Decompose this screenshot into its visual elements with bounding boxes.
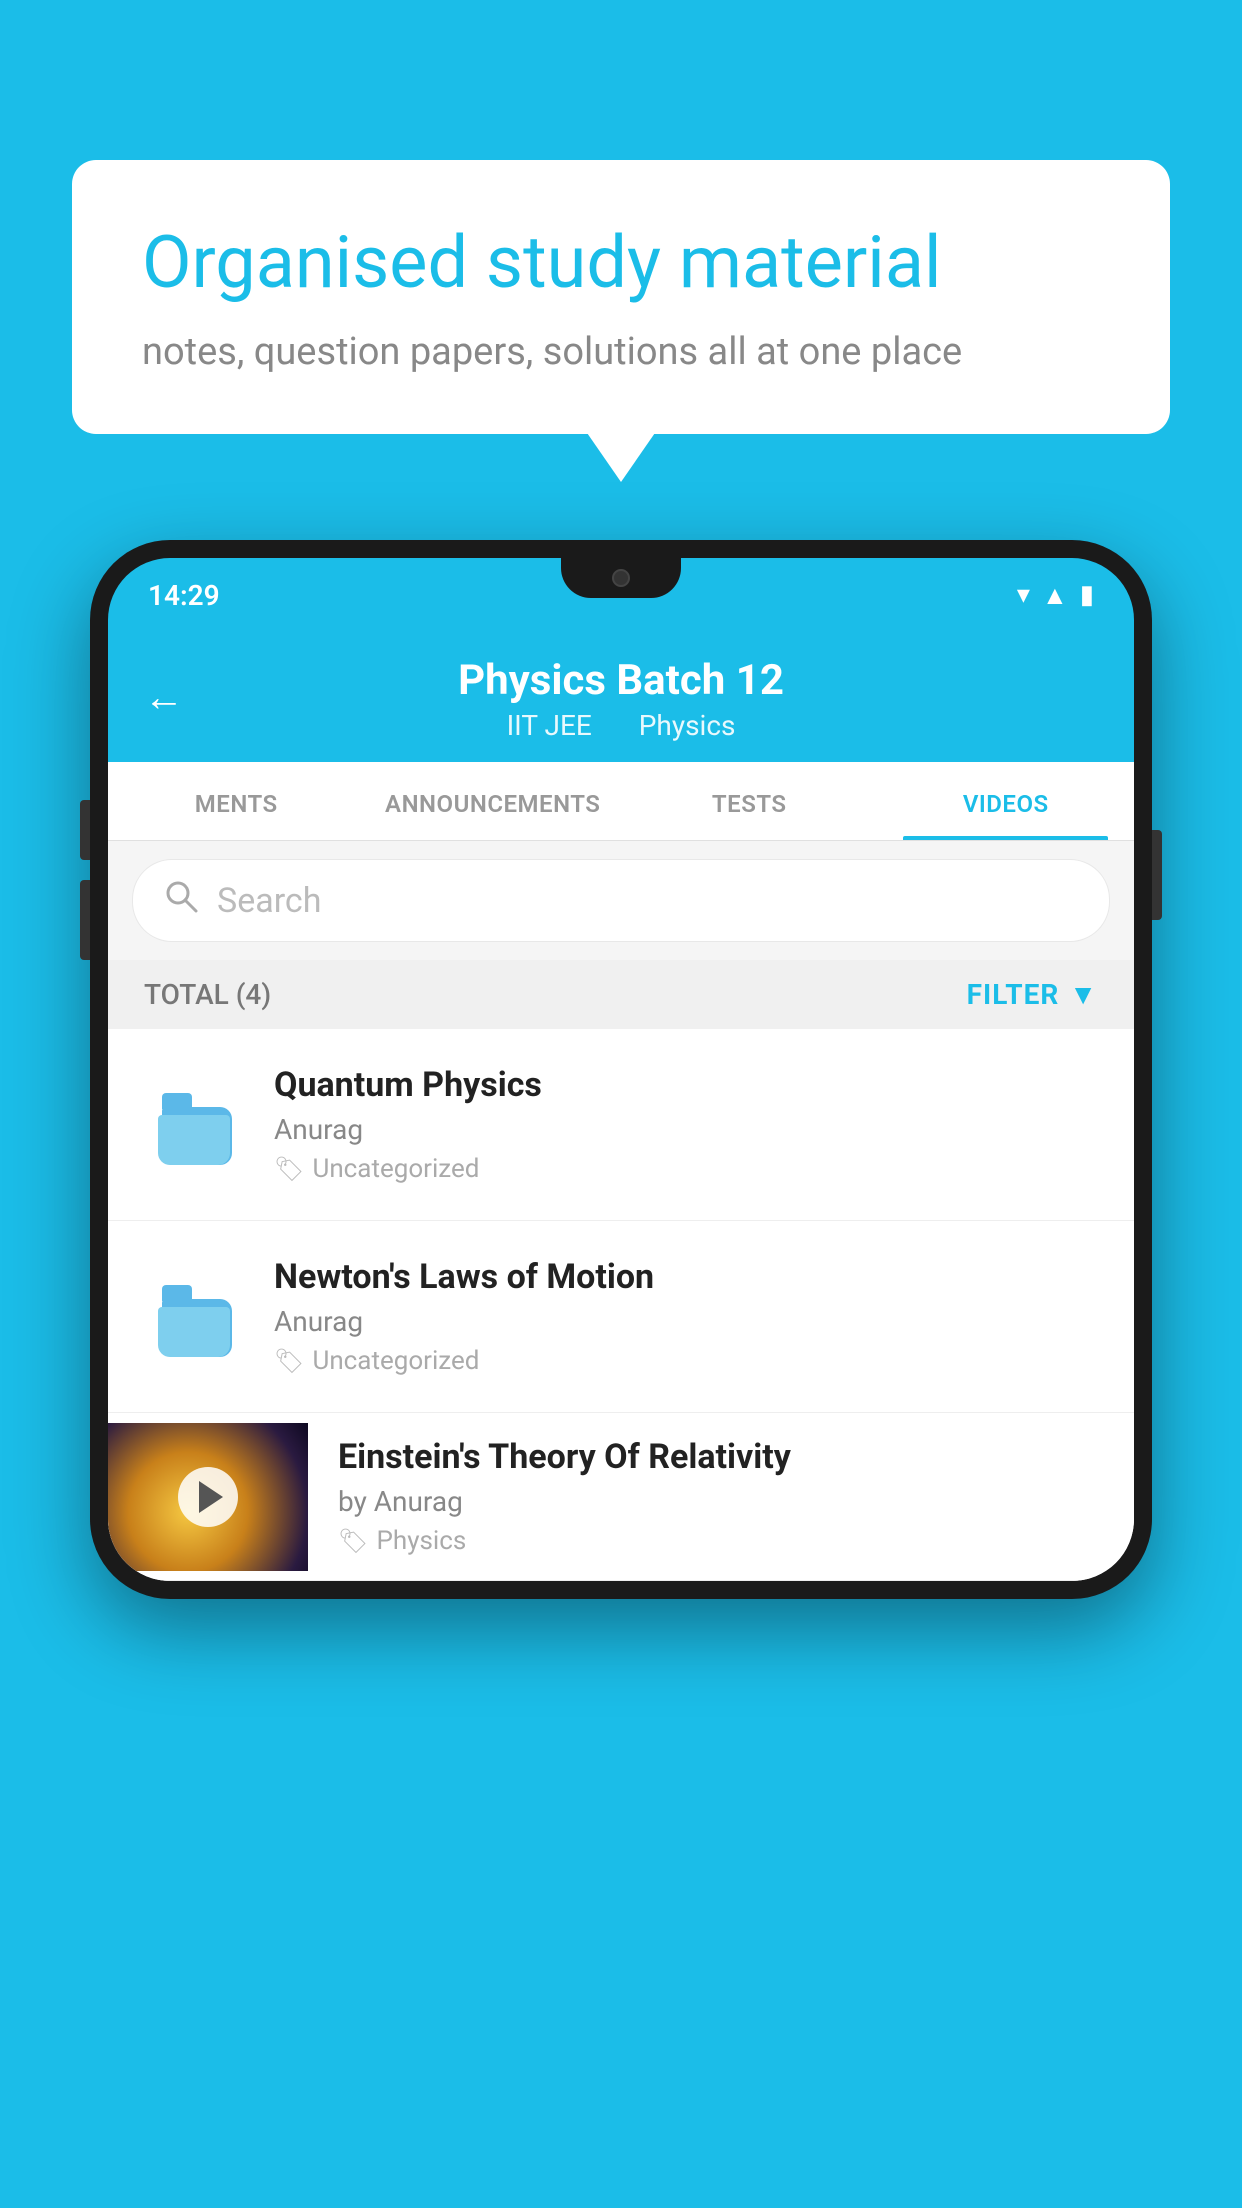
tab-videos[interactable]: VIDEOS — [878, 762, 1135, 840]
tag-icon-1: 🏷 — [274, 1155, 304, 1183]
thumbnail-wrap-3 — [108, 1423, 308, 1571]
tag-label-1: Uncategorized — [312, 1154, 479, 1184]
folder-icon-wrap-1 — [144, 1085, 244, 1165]
video-info-1: Quantum Physics Anurag 🏷 Uncategorized — [274, 1065, 1098, 1184]
folder-icon-2 — [158, 1277, 230, 1357]
filter-button[interactable]: FILTER ▼ — [967, 978, 1098, 1011]
notch — [561, 558, 681, 598]
search-input[interactable]: Search — [217, 881, 321, 921]
filter-label: FILTER — [967, 978, 1060, 1011]
folder-front — [158, 1115, 230, 1165]
speech-bubble: Organised study material notes, question… — [72, 160, 1170, 434]
video-info-2: Newton's Laws of Motion Anurag 🏷 Uncateg… — [274, 1257, 1098, 1376]
play-button-3[interactable] — [178, 1467, 238, 1527]
signal-icon: ▲ — [1042, 580, 1068, 611]
search-icon — [163, 878, 199, 923]
vol-up-button — [80, 800, 90, 860]
video-item-1[interactable]: Quantum Physics Anurag 🏷 Uncategorized — [108, 1029, 1134, 1221]
vol-down-button — [80, 880, 90, 960]
video-title-2: Newton's Laws of Motion — [274, 1257, 1098, 1297]
folder-icon-wrap-2 — [144, 1277, 244, 1357]
tab-ments[interactable]: MENTS — [108, 762, 365, 840]
video-tag-3: 🏷 Physics — [338, 1526, 1104, 1556]
bubble-subtitle: notes, question papers, solutions all at… — [142, 330, 1100, 374]
folder-front-2 — [158, 1307, 230, 1357]
app-header: ← Physics Batch 12 IIT JEE Physics — [108, 632, 1134, 762]
speech-bubble-wrapper: Organised study material notes, question… — [72, 160, 1170, 434]
subtitle-part1: IIT JEE — [507, 709, 592, 742]
tag-label-3: Physics — [376, 1526, 466, 1556]
bubble-title: Organised study material — [142, 220, 1100, 306]
phone-device: 14:29 ▾ ▲ ▮ ← Physics Batch 12 IIT JEE P… — [90, 540, 1152, 1599]
filter-bar: TOTAL (4) FILTER ▼ — [108, 960, 1134, 1029]
total-count: TOTAL (4) — [144, 978, 271, 1011]
power-button — [1152, 830, 1162, 920]
video-item-3[interactable]: Einstein's Theory Of Relativity by Anura… — [108, 1413, 1134, 1581]
folder-icon-1 — [158, 1085, 230, 1165]
tab-bar: MENTS ANNOUNCEMENTS TESTS VIDEOS — [108, 762, 1134, 841]
video-author-3: by Anurag — [338, 1485, 1104, 1518]
tag-label-2: Uncategorized — [312, 1346, 479, 1376]
status-time: 14:29 — [148, 579, 220, 612]
video-info-3: Einstein's Theory Of Relativity by Anura… — [308, 1413, 1134, 1580]
video-author-2: Anurag — [274, 1305, 1098, 1338]
tag-icon-3: 🏷 — [338, 1527, 368, 1555]
filter-icon: ▼ — [1069, 978, 1098, 1011]
search-bar[interactable]: Search — [132, 859, 1110, 942]
video-title-3: Einstein's Theory Of Relativity — [338, 1437, 1104, 1477]
video-tag-2: 🏷 Uncategorized — [274, 1346, 1098, 1376]
subtitle-part2: Physics — [639, 709, 736, 742]
status-icons: ▾ ▲ ▮ — [1017, 580, 1094, 611]
video-tag-1: 🏷 Uncategorized — [274, 1154, 1098, 1184]
search-bar-wrapper: Search — [108, 841, 1134, 960]
back-button[interactable]: ← — [144, 674, 184, 721]
video-title-1: Quantum Physics — [274, 1065, 1098, 1105]
tag-icon-2: 🏷 — [274, 1347, 304, 1375]
phone-wrapper: 14:29 ▾ ▲ ▮ ← Physics Batch 12 IIT JEE P… — [90, 540, 1152, 1599]
tab-tests[interactable]: TESTS — [621, 762, 878, 840]
phone-screen: ← Physics Batch 12 IIT JEE Physics MENTS… — [108, 632, 1134, 1581]
camera — [612, 569, 630, 587]
play-triangle-icon — [199, 1481, 223, 1513]
wifi-icon: ▾ — [1017, 580, 1030, 610]
video-author-1: Anurag — [274, 1113, 1098, 1146]
video-item-2[interactable]: Newton's Laws of Motion Anurag 🏷 Uncateg… — [108, 1221, 1134, 1413]
header-title: Physics Batch 12 — [148, 656, 1094, 705]
header-subtitle: IIT JEE Physics — [148, 709, 1094, 742]
status-bar: 14:29 ▾ ▲ ▮ — [108, 558, 1134, 632]
tab-announcements[interactable]: ANNOUNCEMENTS — [365, 762, 622, 840]
battery-icon: ▮ — [1080, 580, 1094, 610]
video-list: Quantum Physics Anurag 🏷 Uncategorized — [108, 1029, 1134, 1581]
